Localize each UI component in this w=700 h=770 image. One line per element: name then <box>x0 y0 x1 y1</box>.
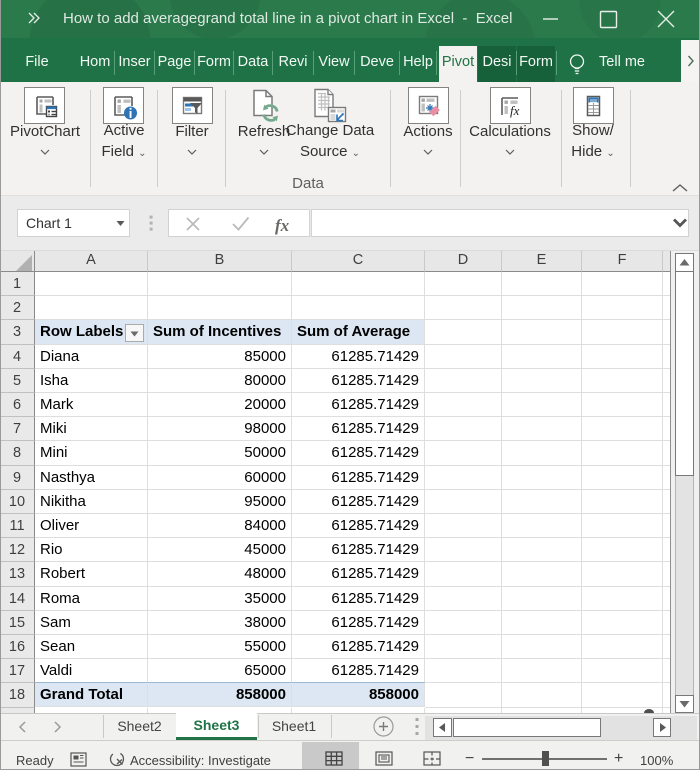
svg-text:fx: fx <box>275 216 290 235</box>
svg-text:fx: fx <box>510 103 520 118</box>
